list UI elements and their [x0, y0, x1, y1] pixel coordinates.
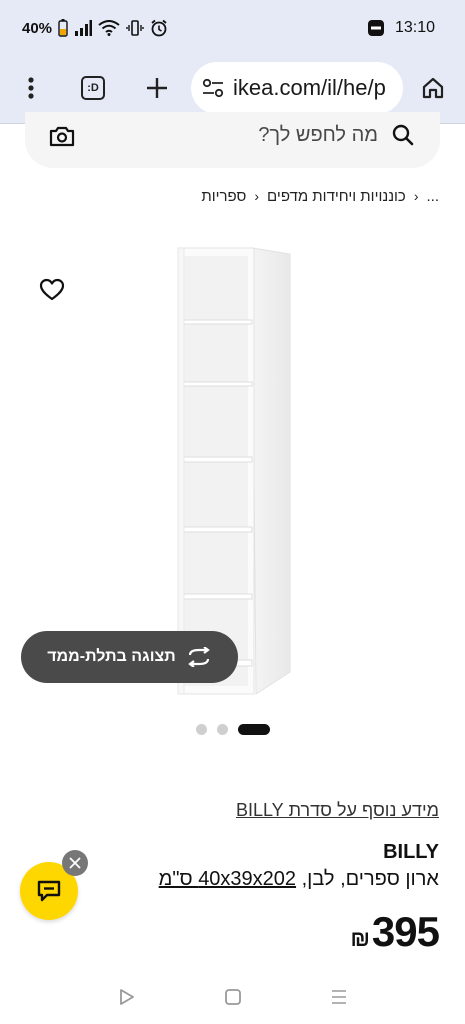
gallery-dot[interactable] — [217, 723, 228, 735]
new-tab-button[interactable] — [137, 68, 177, 108]
search-icon[interactable] — [392, 124, 414, 146]
back-triangle-icon — [120, 989, 134, 1005]
price-value: 395 — [371, 908, 440, 955]
menu-dots-icon — [28, 77, 34, 99]
breadcrumb-item-more[interactable]: ... — [426, 188, 439, 205]
tab-switcher-icon: :D — [81, 76, 105, 100]
alarm-icon — [151, 19, 167, 37]
series-info-link[interactable]: מידע נוסף על סדרת BILLY — [236, 800, 439, 821]
status-bar: 40% 13:10 — [0, 0, 465, 56]
search-input[interactable]: מה לחפש לך? — [258, 124, 378, 147]
recents-lines-icon — [332, 990, 346, 1004]
product-dimensions-link[interactable]: 40x39x202 ס"מ — [159, 868, 296, 890]
camera-search-icon[interactable] — [49, 124, 75, 148]
rotate-3d-icon — [187, 647, 210, 667]
status-left: 40% — [22, 17, 168, 39]
site-settings-icon[interactable] — [201, 78, 225, 98]
chat-close-button[interactable] — [62, 850, 88, 876]
nav-recents-button[interactable] — [327, 985, 351, 1009]
home-square-icon — [225, 989, 241, 1005]
breadcrumb-item-bookcases[interactable]: ספריות — [201, 188, 246, 205]
breadcrumb-item-shelving[interactable]: כוננויות ויחידות מדפים — [267, 188, 406, 205]
heart-icon — [39, 278, 65, 301]
gallery-pagination — [196, 722, 270, 736]
product-description-text: ארון ספרים, לבן, — [296, 868, 439, 890]
screen: 40% 13:10 :D ikea.com/il/he/p מה לחפש לך… — [0, 0, 465, 1024]
status-right: 13:10 — [367, 17, 435, 39]
nav-home-button[interactable] — [221, 985, 245, 1009]
address-bar[interactable]: ikea.com/il/he/p — [191, 62, 403, 114]
tab-switcher-button[interactable]: :D — [73, 68, 113, 108]
battery-percent: 40% — [22, 19, 53, 37]
product-name: BILLY — [383, 841, 439, 863]
view-3d-label: תצוגה בתלת-ממד — [47, 648, 176, 665]
home-icon — [422, 77, 444, 99]
url-text: ikea.com/il/he/p — [233, 75, 386, 100]
clock: 13:10 — [394, 19, 435, 36]
new-tab-icon — [147, 78, 167, 98]
vibrate-icon — [126, 20, 144, 36]
chat-icon — [37, 880, 61, 902]
price-currency: ₪ — [350, 926, 370, 951]
menu-dots-button[interactable] — [11, 68, 51, 108]
home-button[interactable] — [413, 68, 453, 108]
battery-icon — [58, 19, 68, 37]
nav-back-button[interactable] — [115, 985, 139, 1009]
app-notification-icon — [367, 20, 384, 36]
product-description: ארון ספרים, לבן, 40x39x202 ס"מ — [159, 868, 439, 891]
wishlist-button[interactable] — [36, 274, 68, 306]
search-box[interactable]: מה לחפש לך? — [25, 112, 440, 168]
view-3d-button[interactable]: תצוגה בתלת-ממד — [21, 631, 238, 683]
breadcrumb: ספריות ‹ כוננויות ויחידות מדפים ‹ ... — [201, 185, 439, 207]
chevron-left-icon: ‹ — [413, 188, 419, 204]
signal-icon — [75, 20, 93, 36]
product-gallery[interactable] — [0, 222, 465, 702]
system-nav-bar — [0, 970, 465, 1024]
chevron-left-icon: ‹ — [254, 188, 260, 204]
gallery-dot[interactable] — [196, 723, 207, 735]
close-icon — [69, 857, 81, 869]
wifi-icon — [98, 20, 120, 36]
product-price: ₪ 395 — [350, 908, 440, 956]
gallery-dot-active[interactable] — [238, 723, 270, 735]
